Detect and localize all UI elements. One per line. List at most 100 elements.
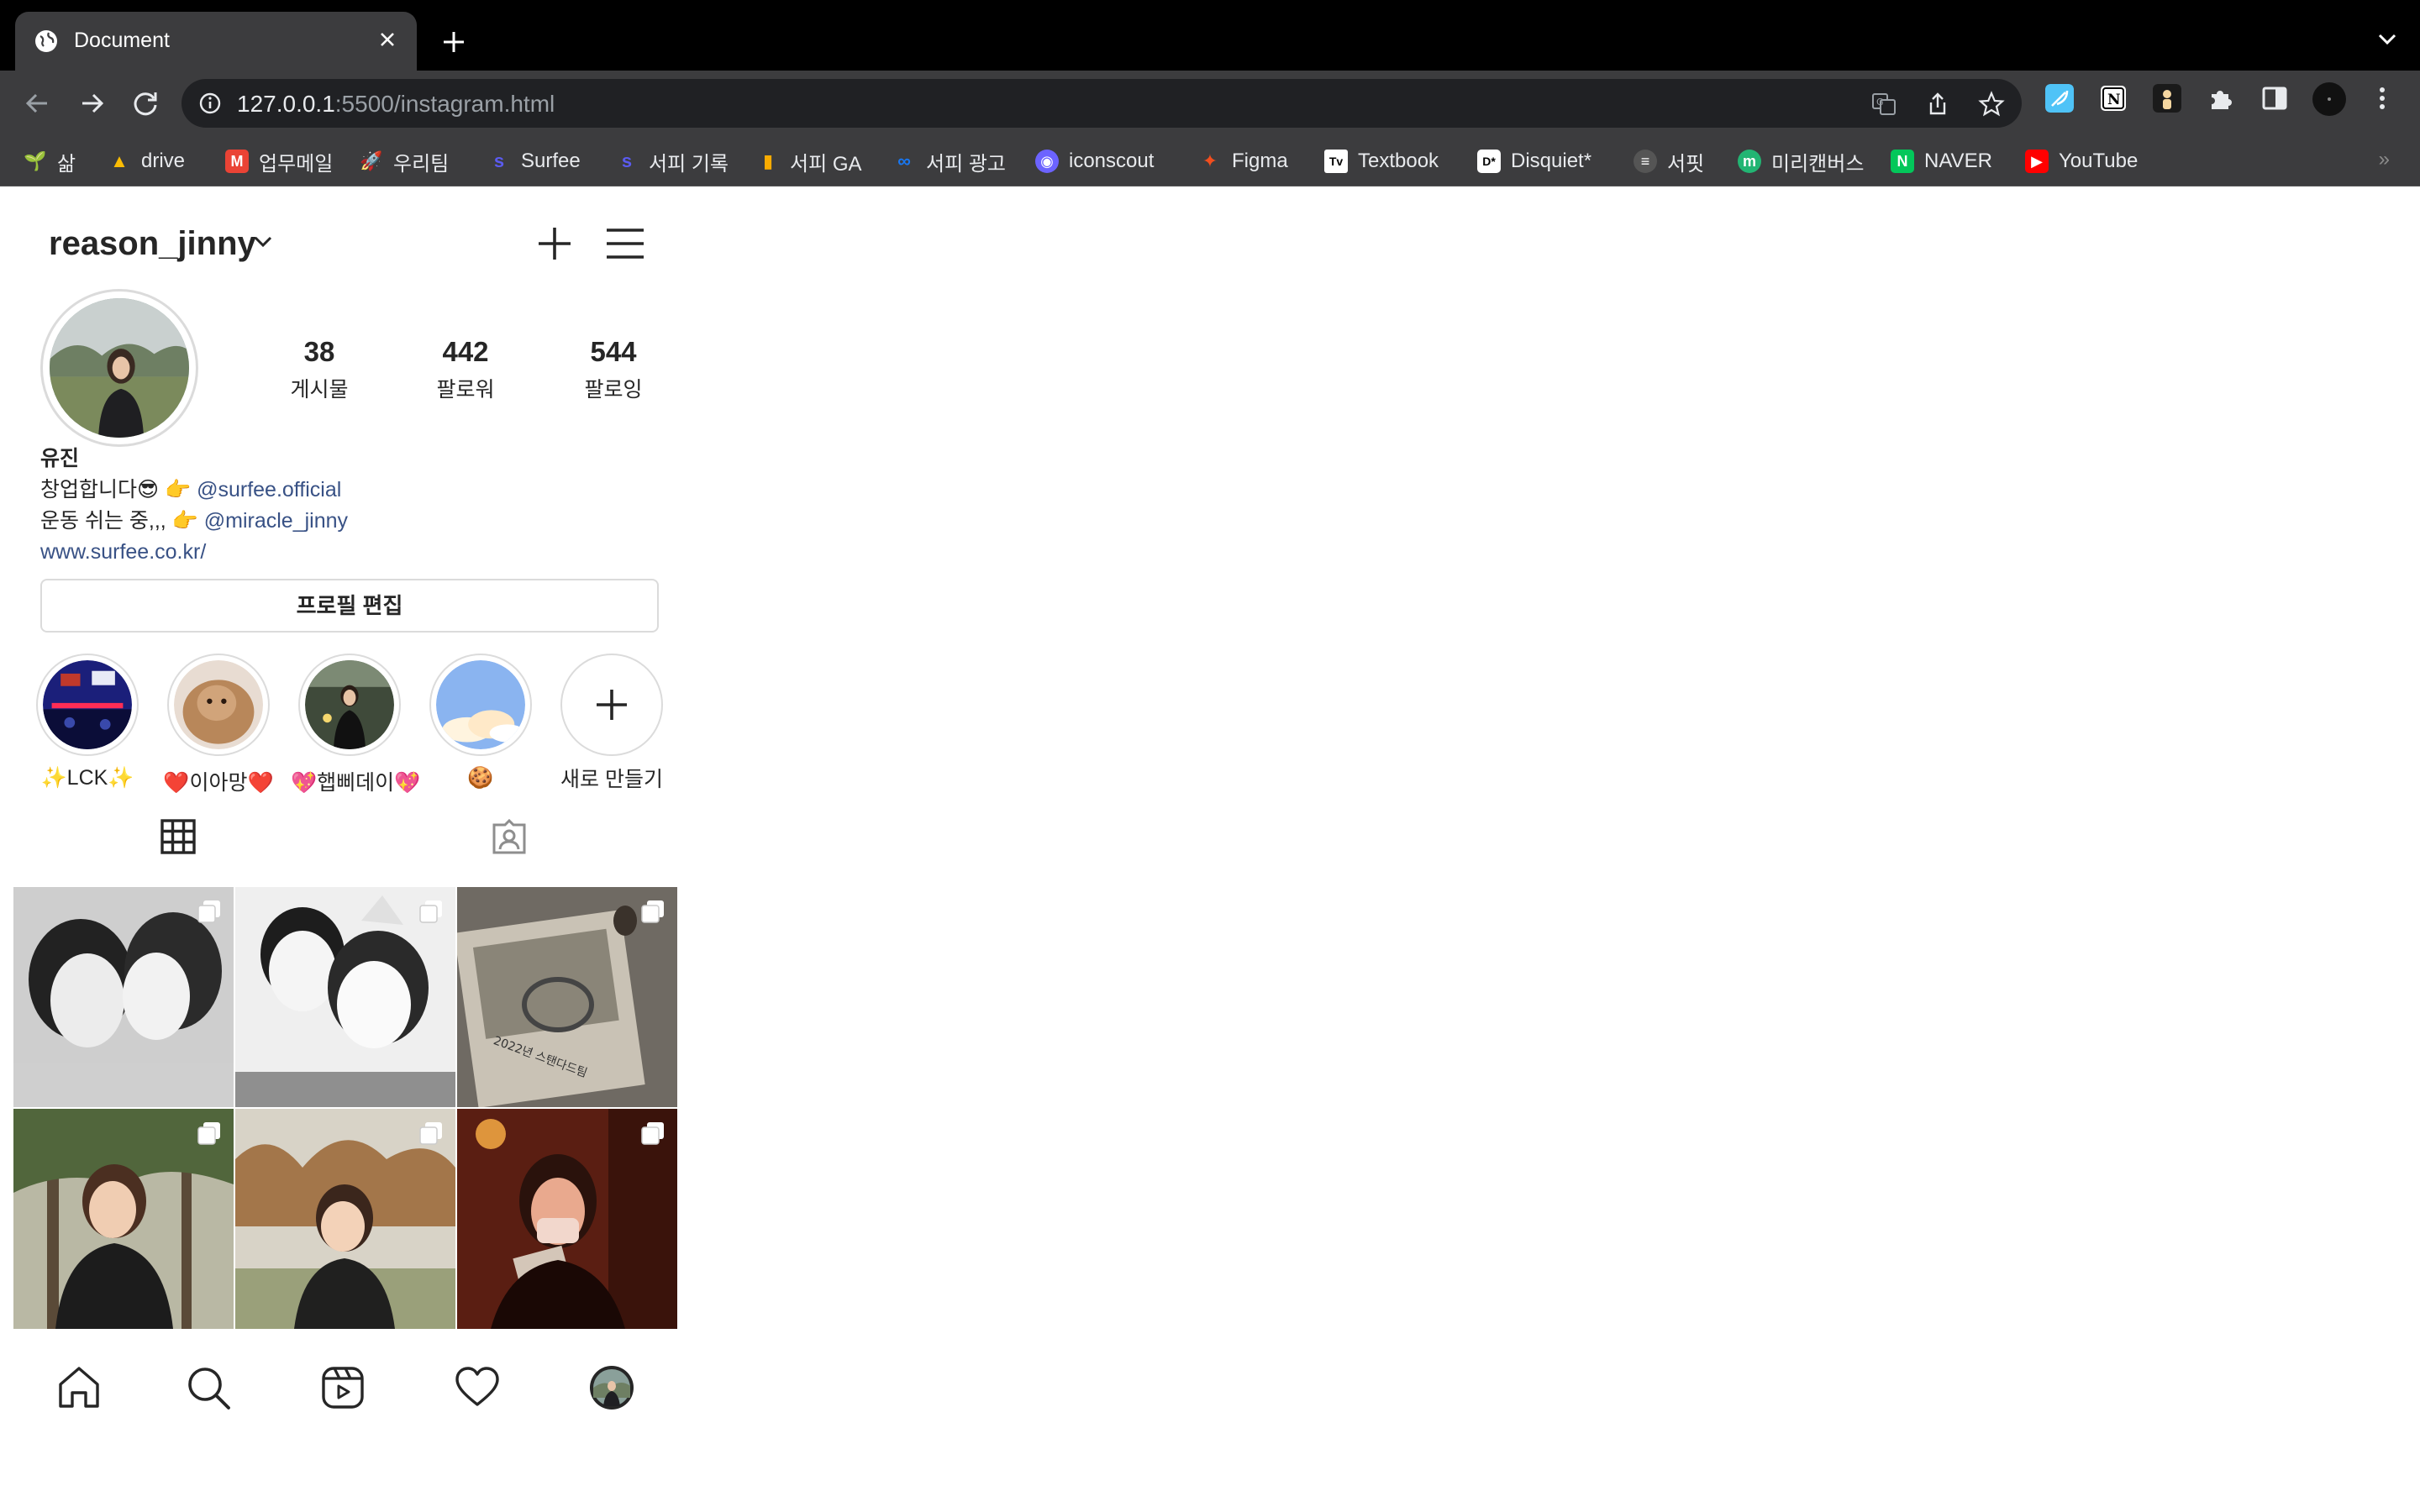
new-highlight[interactable]: 새로 만들기 (553, 654, 671, 793)
puzzle-extensions-icon[interactable] (2207, 84, 2235, 113)
bookmark-item[interactable]: 🌱 삶 (24, 146, 76, 176)
notion-extension-icon[interactable]: N (2099, 84, 2128, 113)
new-post-icon[interactable] (536, 225, 573, 262)
share-icon[interactable] (1924, 91, 1951, 118)
bookmark-item[interactable]: ▮ 서피 GA (756, 146, 862, 176)
highlight-label: 새로 만들기 (560, 768, 663, 791)
multiple-posts-icon (641, 900, 664, 923)
bio-text: 창업합니다😎 👉 (40, 478, 197, 501)
multiple-posts-icon (197, 1122, 220, 1145)
bookmark-item[interactable]: s Surfee (487, 146, 581, 176)
story-highlight[interactable]: ✨LCK✨ (29, 654, 146, 790)
iconscout-icon: ◉ (1035, 150, 1059, 173)
gmail-icon: M (225, 150, 249, 173)
stat-followers[interactable]: 442 팔로워 (407, 336, 524, 403)
chevron-down-icon[interactable] (2375, 29, 2400, 49)
stat-following[interactable]: 544 팔로잉 (555, 336, 672, 403)
figma-icon: ✦ (1202, 150, 1218, 171)
star-icon[interactable] (1978, 91, 2005, 118)
bookmark-label: Disquiet* (1511, 150, 1592, 172)
posts-grid: 2022년 스탠다드팀 (13, 887, 677, 1329)
bookmark-item[interactable]: ◉ iconscout (1035, 146, 1154, 176)
bookmark-item[interactable]: s 서피 기록 (615, 146, 729, 176)
bookmarks-overflow-button[interactable]: » (2379, 148, 2390, 171)
bio-mention-link[interactable]: @miracle_jinny (204, 509, 348, 533)
bookmark-item[interactable]: D* Disquiet* (1477, 146, 1591, 176)
bookmark-item[interactable]: ≡ 서핏 (1634, 146, 1704, 176)
edit-profile-button[interactable]: 프로필 편집 (40, 579, 659, 633)
side-panel-icon[interactable] (2260, 84, 2289, 113)
hamburger-menu-icon[interactable] (605, 227, 645, 260)
forward-icon[interactable] (74, 86, 109, 121)
svg-text:N: N (2107, 92, 2121, 108)
bookmark-item[interactable]: m 미리캔버스 (1738, 146, 1864, 176)
profile-display-name: 유진 (40, 447, 80, 470)
search-icon[interactable] (185, 1364, 232, 1411)
post-thumbnail[interactable] (457, 1109, 677, 1329)
kebab-menu-icon[interactable] (2368, 84, 2396, 113)
multiple-posts-icon (197, 900, 220, 923)
stat-posts[interactable]: 38 게시물 (260, 336, 378, 403)
post-thumbnail[interactable] (13, 1109, 234, 1329)
google-drive-icon: ▲ (110, 150, 129, 171)
info-icon[interactable] (198, 92, 222, 115)
bookmark-item[interactable]: 🚀 우리팀 (360, 146, 449, 176)
youtube-icon: ▶ (2025, 150, 2049, 173)
bookmarks-bar: 🌱 삶 ▲ drive M 업무메일 🚀 우리팀 s Surfee s 서피 기록 ▮ 서피 GA ∞ 서피 … (0, 136, 2420, 186)
translate-icon[interactable]: G (1870, 91, 1897, 118)
address-bar[interactable]: 127.0.0.1:5500/instagram.html G (182, 79, 2022, 128)
svg-text:G: G (1876, 97, 1884, 108)
plus-icon (597, 690, 627, 720)
bookmark-item[interactable]: ▶ YouTube (2025, 146, 2138, 176)
highlight-label: 💖햅삐데이💖 (291, 771, 421, 795)
bookmark-label: 미리캔버스 (1771, 152, 1865, 176)
reload-icon[interactable] (128, 86, 163, 121)
bio-text: 운동 쉬는 중,,, 👉 (40, 509, 204, 533)
back-icon[interactable] (20, 86, 55, 121)
highlight-label: ❤️이아망❤️ (163, 771, 274, 795)
highlight-image (43, 660, 132, 749)
bookmark-item[interactable]: ∞ 서피 광고 (892, 146, 1006, 176)
reels-icon[interactable] (319, 1364, 366, 1411)
post-thumbnail[interactable]: 2022년 스탠다드팀 (457, 887, 677, 1107)
browser-tab[interactable]: Document (15, 12, 417, 71)
profile-website-link[interactable]: www.surfee.co.kr/ (40, 537, 645, 568)
bookmark-label: 삶 (57, 152, 76, 176)
bottom-navigation (0, 1344, 681, 1428)
post-thumbnail[interactable] (13, 887, 234, 1107)
meta-icon: ∞ (897, 150, 911, 171)
tagged-icon[interactable] (491, 818, 528, 855)
highlight-ring (36, 654, 139, 756)
post-thumbnail[interactable] (235, 887, 455, 1107)
bookmark-label: Surfee (521, 150, 581, 172)
profile-tab-avatar[interactable] (588, 1364, 635, 1411)
profile-avatar-icon[interactable] (2312, 82, 2346, 116)
new-tab-icon[interactable] (437, 25, 471, 59)
bookmark-label: YouTube (2059, 150, 2139, 172)
story-highlight[interactable]: ❤️이아망❤️ (160, 654, 277, 796)
bookmark-item[interactable]: ✦ Figma (1198, 146, 1288, 176)
highlight-image (174, 660, 263, 749)
profile-username[interactable]: reason_jinny (49, 225, 256, 263)
heart-icon[interactable] (454, 1364, 501, 1411)
bookmark-item[interactable]: M 업무메일 (225, 146, 333, 176)
bookmark-label: Textbook (1358, 150, 1439, 172)
person-extension-icon[interactable] (2153, 84, 2181, 113)
chevron-down-icon[interactable] (252, 234, 274, 250)
bookmark-item[interactable]: Tv Textbook (1324, 146, 1439, 176)
bookmark-label: drive (141, 150, 186, 172)
grid-icon[interactable] (160, 818, 197, 855)
bookmark-label: 우리팀 (393, 152, 450, 176)
post-thumbnail[interactable] (235, 1109, 455, 1329)
surfee-icon: s (493, 150, 505, 171)
profile-avatar[interactable] (40, 289, 198, 447)
feather-extension-icon[interactable] (2045, 84, 2074, 113)
bookmark-label: 서피 광고 (926, 152, 1006, 176)
bookmark-item[interactable]: ▲ drive (108, 146, 185, 176)
story-highlight[interactable]: 💖햅삐데이💖 (291, 654, 421, 796)
bio-mention-link[interactable]: @surfee.official (197, 478, 341, 501)
home-icon[interactable] (55, 1364, 103, 1411)
close-icon[interactable] (373, 25, 402, 54)
story-highlight[interactable]: 🍪 (422, 654, 539, 790)
bookmark-item[interactable]: N NAVER (1891, 146, 1992, 176)
